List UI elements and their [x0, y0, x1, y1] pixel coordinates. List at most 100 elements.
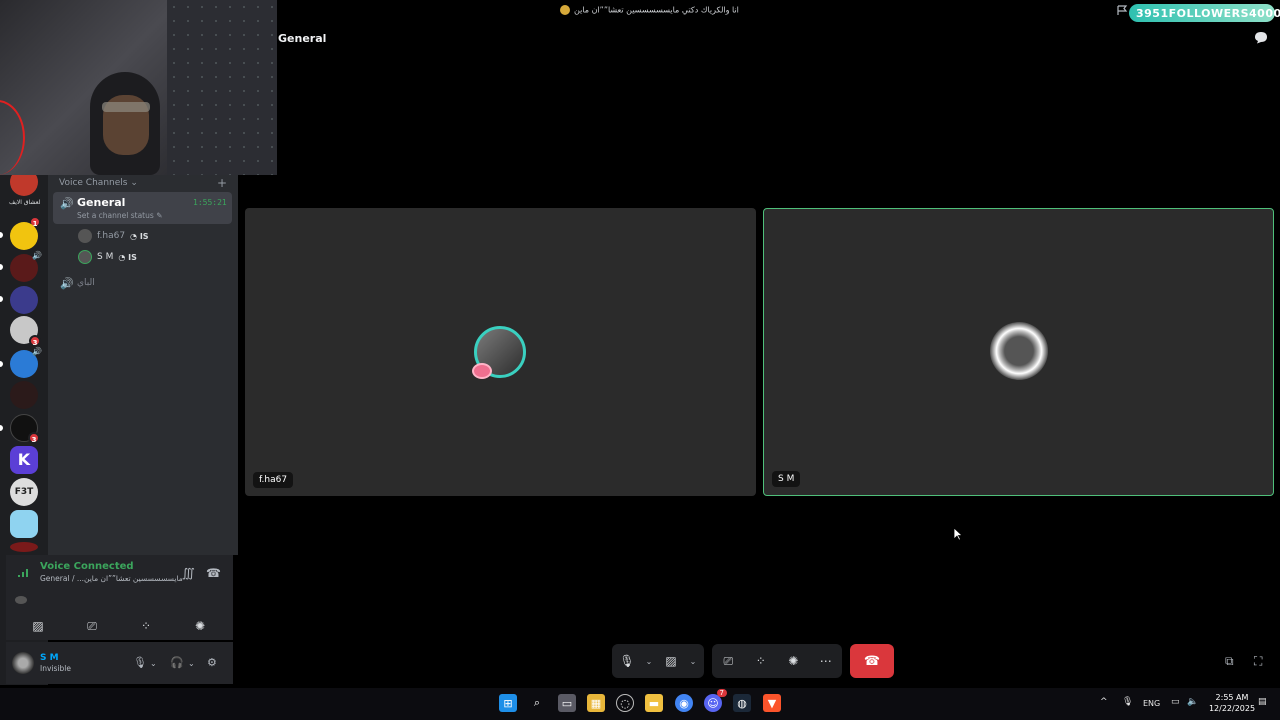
- activities-icon[interactable]: ⁘: [746, 654, 776, 668]
- donut-decoration-icon: [472, 363, 492, 379]
- server-icon-partial[interactable]: [10, 542, 38, 552]
- channel-status-prompt[interactable]: Set a channel status ✎: [77, 211, 162, 220]
- discord-icon[interactable]: ☺ 7: [704, 689, 727, 712]
- voice-user-fha67[interactable]: f.ha67 ◔ IS: [78, 228, 149, 244]
- voice-channels-header[interactable]: Voice Channels ⌄: [59, 178, 138, 188]
- server-icon-dark-red[interactable]: 🔊: [10, 251, 42, 282]
- webcam-overlay: [0, 0, 277, 175]
- live-tag-text: IS: [128, 252, 137, 262]
- mic-camera-controls: 🎙 ⌄ ▨ ⌄: [612, 644, 704, 678]
- fullscreen-icon[interactable]: ⛶: [1254, 654, 1262, 669]
- avatar: [78, 229, 92, 243]
- brave-icon[interactable]: ▼: [763, 694, 781, 712]
- mention-badge: 3: [29, 335, 41, 347]
- soundboard-icon: ✺: [194, 619, 206, 633]
- voice-connected-status[interactable]: Voice Connected: [40, 561, 134, 572]
- streamer-glasses: [102, 102, 150, 112]
- pencil-icon: ✎: [156, 211, 163, 220]
- window-title: انا والكرياك دكتي مايسسسسسين تعشا””ان ما…: [560, 5, 739, 15]
- channel-status-text: Set a channel status: [77, 211, 154, 220]
- avatar: [78, 250, 92, 264]
- server-icon-dark[interactable]: [10, 381, 38, 409]
- channel-other[interactable]: الباي: [77, 278, 95, 288]
- screen-share-icon[interactable]: ⎚: [713, 654, 743, 669]
- server-icon-text[interactable]: 1: [10, 197, 41, 228]
- user-panel: [6, 642, 233, 684]
- server-icon-grey[interactable]: 3: [10, 316, 41, 347]
- headphones-icon[interactable]: 🎧: [170, 656, 184, 669]
- mic-icon[interactable]: 🎙: [1122, 697, 1133, 707]
- notification-icon[interactable]: ▤: [1258, 697, 1267, 707]
- server-icon-black[interactable]: 3: [10, 414, 40, 444]
- chevron-up-icon[interactable]: ^: [1100, 697, 1108, 707]
- app-circle-icon[interactable]: ◌: [616, 694, 634, 712]
- language-indicator[interactable]: ENG: [1143, 699, 1160, 708]
- video-tile-fha67[interactable]: f.ha67: [245, 208, 756, 496]
- discord-badge: 7: [716, 689, 727, 697]
- server-icon-emoji[interactable]: [10, 222, 38, 250]
- chat-icon[interactable]: [1254, 31, 1268, 44]
- screen-share-button[interactable]: ⎚: [68, 615, 116, 637]
- chevron-down-icon[interactable]: ⌄: [188, 659, 195, 668]
- voice-connected-channel[interactable]: General / ...مايسسسسسين تعشا””ان ماين: [40, 574, 183, 583]
- activity-controls: ⎚ ⁘ ✺ ⋯: [712, 644, 842, 678]
- voice-user-name: f.ha67: [97, 231, 126, 241]
- server-icon-character[interactable]: 🔊: [10, 347, 42, 378]
- chrome-icon[interactable]: ◉: [675, 694, 693, 712]
- chevron-down-icon[interactable]: ⌄: [642, 657, 656, 666]
- clock-date: 12/22/2025: [1208, 704, 1256, 713]
- flag-icon[interactable]: [1117, 5, 1128, 16]
- end-call-button[interactable]: ☎: [850, 644, 894, 678]
- speaker-icon: 🔊: [60, 197, 74, 210]
- file-explorer-icon[interactable]: ▬: [645, 694, 663, 712]
- camera-off-button[interactable]: ▨: [14, 615, 62, 637]
- avatar[interactable]: [12, 652, 34, 674]
- noise-suppression-icon[interactable]: ∭: [182, 566, 195, 580]
- activities-button[interactable]: ⁘: [122, 615, 170, 637]
- mic-icon[interactable]: 🎙: [612, 654, 642, 668]
- camera-off-icon[interactable]: ▨: [656, 654, 686, 668]
- server-icon-blue[interactable]: [10, 286, 38, 314]
- windows-start-icon[interactable]: ⊞: [499, 694, 517, 712]
- live-tag: ◔ IS: [118, 252, 137, 262]
- voice-user-sm[interactable]: S M ◔ IS: [78, 249, 137, 265]
- server-icon-k[interactable]: K: [10, 446, 38, 474]
- camera-off-icon: ▨: [32, 619, 44, 633]
- screen-share-icon: ⎚: [87, 618, 97, 633]
- soundboard-button[interactable]: ✺: [176, 615, 224, 637]
- channel-header: General: [278, 32, 327, 45]
- signal-icon[interactable]: [17, 566, 31, 578]
- network-icon[interactable]: ▭: [1171, 697, 1180, 707]
- tile-name-label: S M: [772, 471, 801, 487]
- followers-goal: 4000: [1249, 6, 1280, 20]
- user-status: Invisible: [40, 664, 71, 673]
- disconnect-icon[interactable]: ☎: [206, 566, 221, 580]
- steam-icon[interactable]: ◍: [733, 694, 751, 712]
- chevron-down-icon[interactable]: ⌄: [686, 657, 700, 666]
- tile-name-label: f.ha67: [253, 472, 294, 488]
- more-icon[interactable]: ⋯: [811, 654, 841, 668]
- clock-time: 2:55 AM: [1215, 693, 1249, 702]
- store-icon[interactable]: ▦: [587, 694, 605, 712]
- task-view-icon[interactable]: ▭: [558, 694, 576, 712]
- chevron-down-icon[interactable]: ⌄: [150, 659, 157, 668]
- activity-indicator: [15, 596, 27, 604]
- server-icon-f3t[interactable]: F3T: [10, 478, 38, 506]
- user-name[interactable]: S M: [40, 653, 59, 663]
- gear-icon[interactable]: ⚙: [207, 656, 217, 669]
- chevron-down-icon: ⌄: [130, 178, 138, 188]
- volume-icon[interactable]: 🔈: [1187, 697, 1198, 707]
- popout-icon[interactable]: ⧉: [1225, 654, 1234, 669]
- voice-user-name: S M: [97, 252, 114, 262]
- followers-label: FOLLOWERS: [1168, 6, 1250, 20]
- clock[interactable]: 2:55 AM 12/22/2025: [1208, 692, 1256, 714]
- speaker-icon: 🔊: [32, 347, 42, 356]
- soundboard-icon[interactable]: ✺: [778, 654, 808, 668]
- live-tag-text: IS: [139, 231, 149, 241]
- video-tile-sm[interactable]: S M: [763, 208, 1274, 496]
- add-channel-icon[interactable]: +: [217, 176, 227, 190]
- window-title-text: انا والكرياك دكتي مايسسسسسين تعشا””ان ما…: [574, 5, 739, 15]
- search-icon[interactable]: ⌕: [528, 694, 546, 712]
- server-icon-light-blue[interactable]: [10, 510, 38, 538]
- mic-icon[interactable]: 🎙: [133, 656, 147, 669]
